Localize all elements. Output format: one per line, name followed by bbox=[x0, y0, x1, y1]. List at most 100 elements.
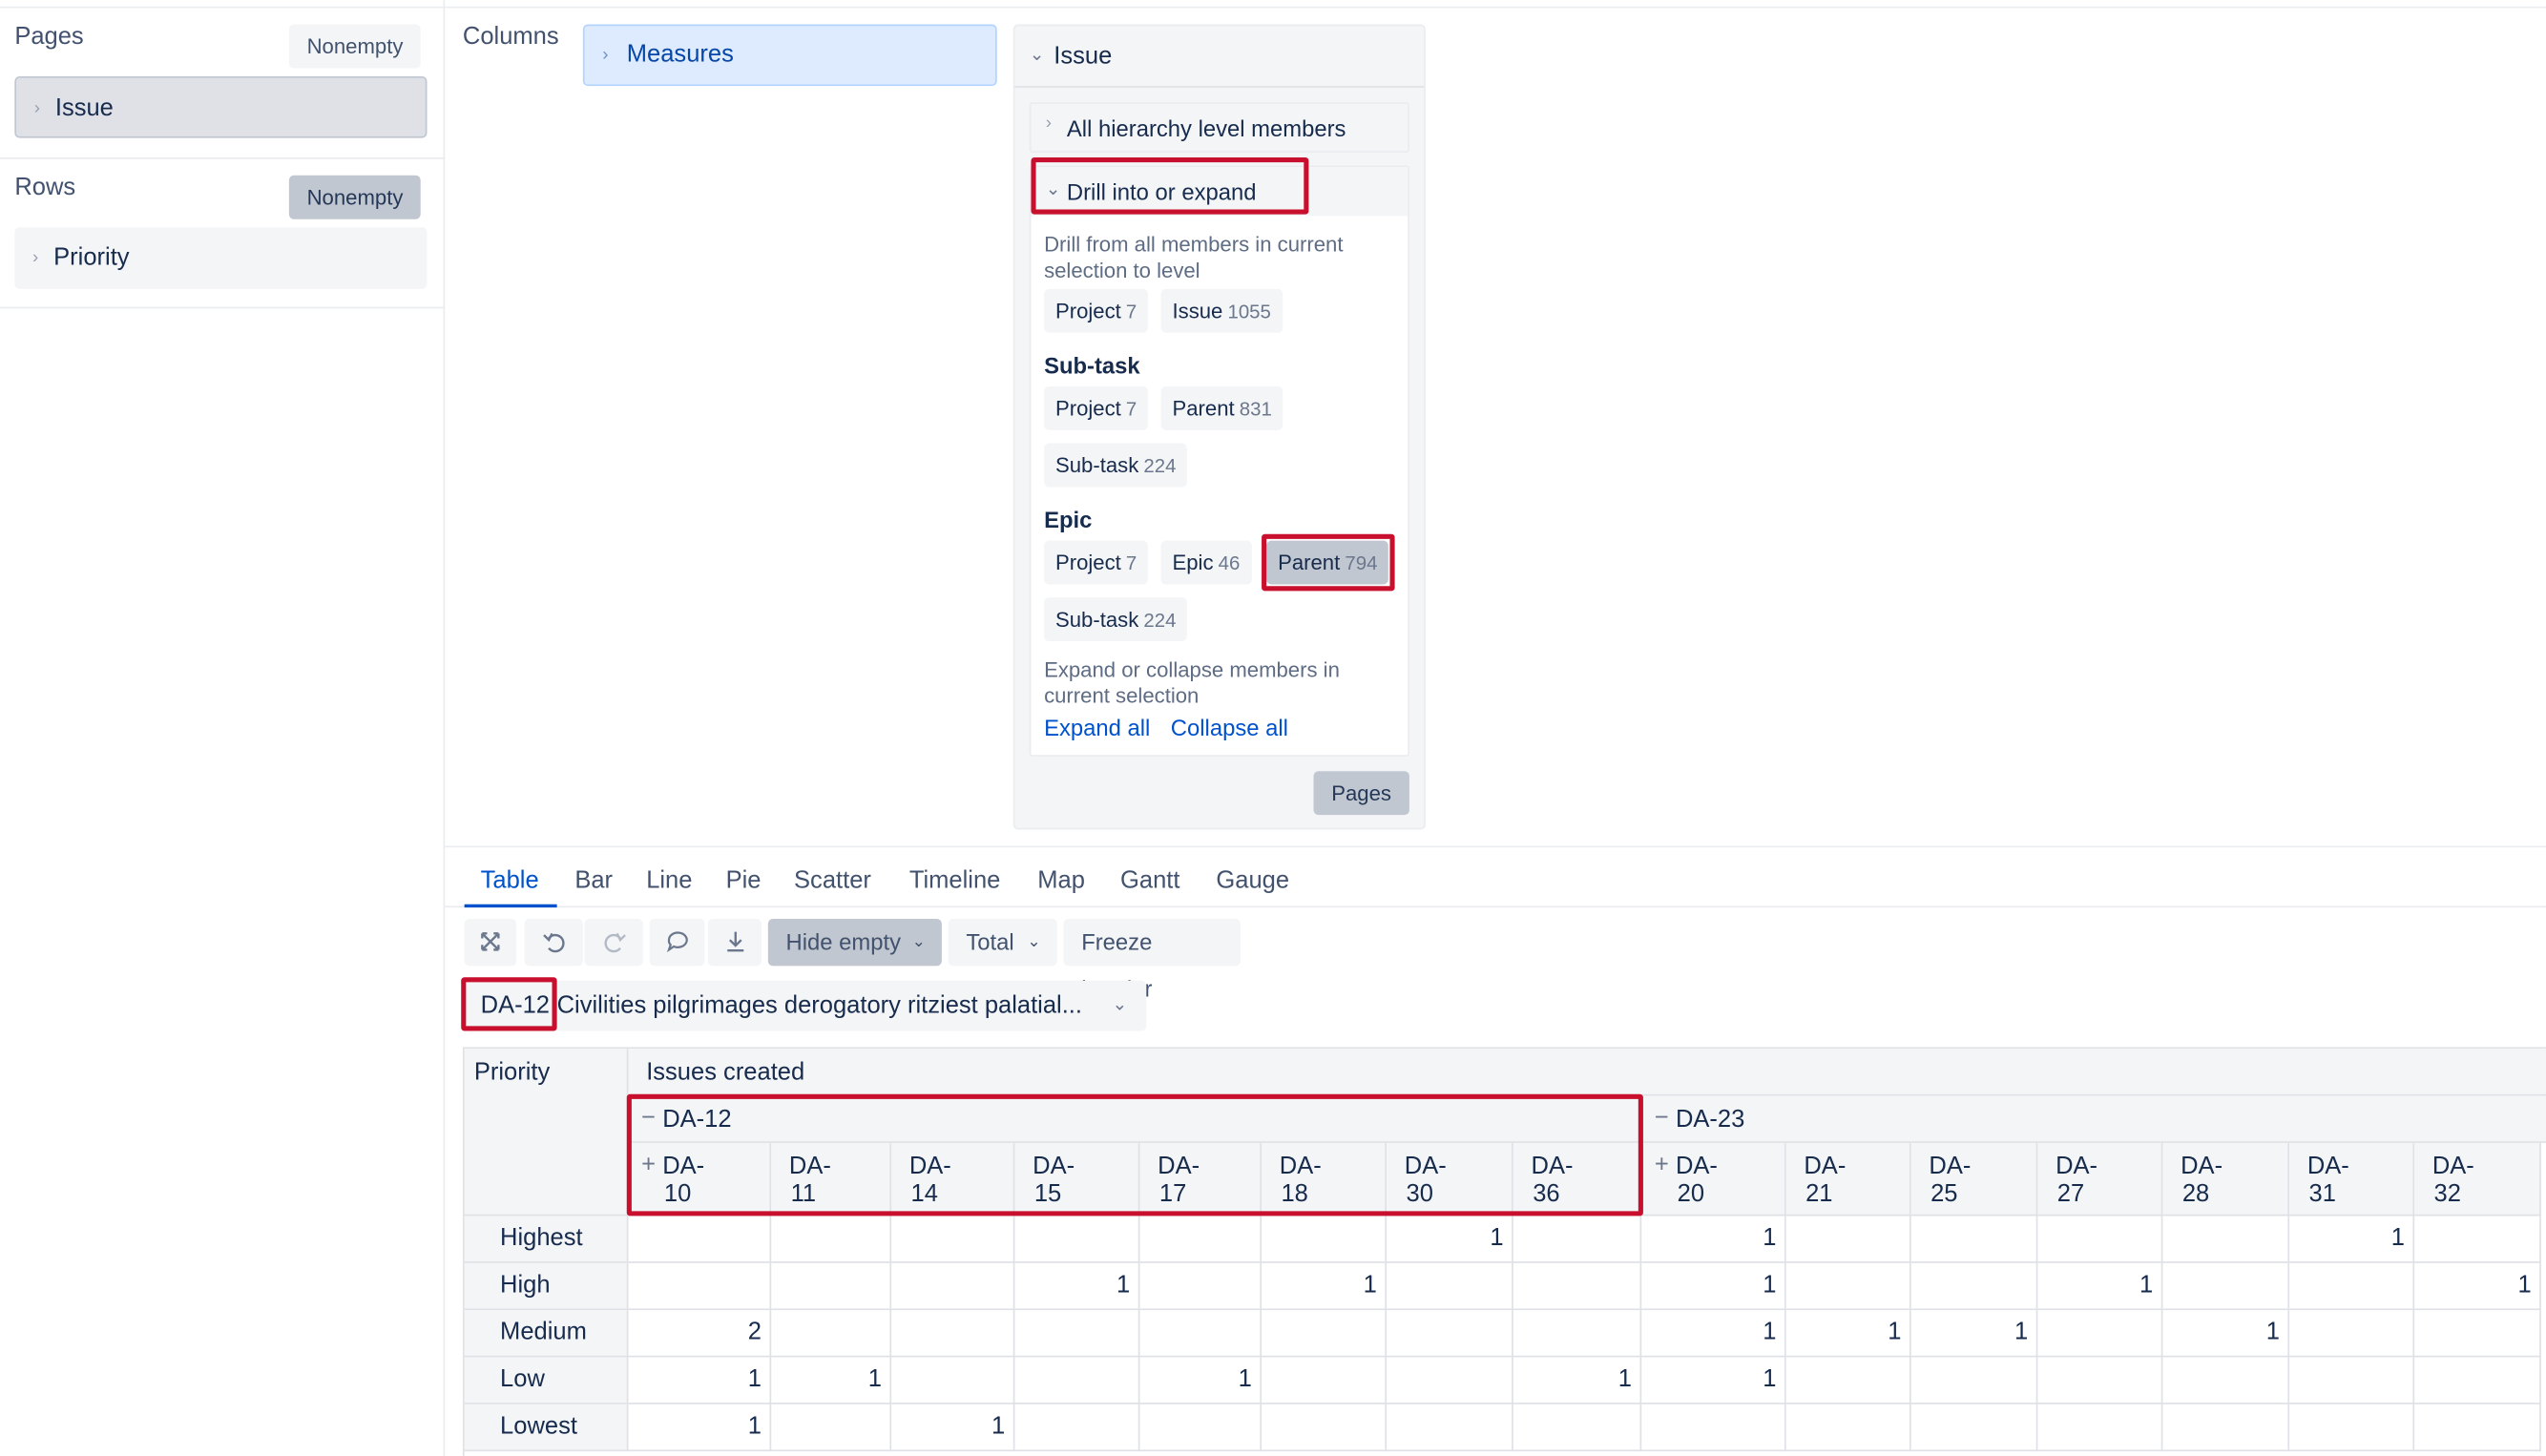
level-chip-parent[interactable]: Parent 831 bbox=[1160, 385, 1283, 430]
collapse-all-link[interactable]: Collapse all bbox=[1171, 715, 1288, 740]
table-cell[interactable] bbox=[1910, 1262, 2038, 1311]
tab-map[interactable]: Map bbox=[1037, 867, 1085, 895]
table-cell[interactable] bbox=[2037, 1216, 2163, 1263]
row-dimension-header[interactable]: Priority bbox=[464, 1049, 629, 1217]
rows-dimension-priority[interactable]: › Priority bbox=[14, 227, 428, 289]
group-header-da-23[interactable]: − DA-23 bbox=[1641, 1095, 2546, 1143]
table-cell[interactable] bbox=[1014, 1357, 1140, 1404]
column-header[interactable]: DA- 27 bbox=[2037, 1142, 2163, 1217]
table-cell[interactable] bbox=[2414, 1216, 2541, 1263]
table-cell[interactable] bbox=[771, 1216, 892, 1263]
pages-nonempty-button[interactable]: Nonempty bbox=[288, 24, 422, 69]
row-header[interactable]: Low bbox=[464, 1357, 629, 1404]
table-cell[interactable]: 1 bbox=[2414, 1262, 2541, 1311]
pages-dimension-issue[interactable]: › Issue bbox=[14, 75, 428, 138]
table-cell[interactable]: 1 bbox=[1785, 1310, 1911, 1358]
table-cell[interactable] bbox=[1785, 1216, 1911, 1263]
table-cell[interactable] bbox=[891, 1216, 1015, 1263]
table-cell[interactable] bbox=[1785, 1404, 1911, 1452]
table-cell[interactable]: 1 bbox=[1139, 1357, 1263, 1404]
tab-line[interactable]: Line bbox=[646, 867, 692, 895]
table-cell[interactable] bbox=[1262, 1216, 1388, 1263]
row-header[interactable]: Highest bbox=[464, 1216, 629, 1263]
table-cell[interactable] bbox=[2414, 1357, 2541, 1404]
hide-empty-dropdown[interactable]: Hide empty ⌄ bbox=[767, 919, 942, 967]
comment-button[interactable] bbox=[649, 919, 705, 967]
table-cell[interactable] bbox=[2162, 1357, 2290, 1404]
level-chip-parent[interactable]: Parent 794 bbox=[1266, 540, 1389, 585]
table-cell[interactable] bbox=[891, 1262, 1015, 1311]
level-chip-epic[interactable]: Epic 46 bbox=[1160, 540, 1252, 585]
table-cell[interactable] bbox=[628, 1262, 772, 1311]
column-header[interactable]: DA- 21 bbox=[1785, 1142, 1911, 1217]
row-header[interactable]: High bbox=[464, 1262, 629, 1311]
column-header[interactable]: DA- 31 bbox=[2289, 1142, 2415, 1217]
column-header[interactable]: DA- 14 bbox=[891, 1142, 1015, 1217]
expand-icon[interactable]: + bbox=[1655, 1151, 1669, 1178]
table-cell[interactable] bbox=[2289, 1357, 2415, 1404]
tab-table[interactable]: Table bbox=[481, 867, 539, 895]
table-cell[interactable] bbox=[1139, 1310, 1263, 1358]
table-cell[interactable] bbox=[1139, 1404, 1263, 1452]
table-cell[interactable] bbox=[1262, 1310, 1388, 1358]
table-cell[interactable] bbox=[1513, 1404, 1642, 1452]
column-header[interactable]: DA- 28 bbox=[2162, 1142, 2290, 1217]
table-cell[interactable] bbox=[1387, 1357, 1513, 1404]
level-chip-project[interactable]: Project 7 bbox=[1044, 540, 1149, 585]
table-cell[interactable] bbox=[2289, 1404, 2415, 1452]
column-header[interactable]: + DA- 10 bbox=[628, 1142, 772, 1217]
table-cell[interactable] bbox=[628, 1216, 772, 1263]
redo-button[interactable] bbox=[584, 919, 643, 967]
drill-header[interactable]: ⌄ Drill into or expand bbox=[1031, 167, 1409, 217]
collapse-icon[interactable]: − bbox=[1655, 1104, 1669, 1132]
table-cell[interactable]: 1 bbox=[2162, 1310, 2290, 1358]
table-cell[interactable] bbox=[1262, 1404, 1388, 1452]
table-cell[interactable] bbox=[2414, 1310, 2541, 1358]
table-cell[interactable] bbox=[2162, 1404, 2290, 1452]
level-chip-subtask[interactable]: Sub-task 224 bbox=[1044, 443, 1188, 488]
table-cell[interactable] bbox=[1262, 1357, 1388, 1404]
measure-header[interactable]: Issues created bbox=[628, 1049, 2546, 1096]
expand-icon[interactable]: + bbox=[641, 1151, 656, 1178]
table-cell[interactable] bbox=[1387, 1404, 1513, 1452]
freeze-header-button[interactable]: Freeze header bbox=[1063, 919, 1241, 1002]
tab-timeline[interactable]: Timeline bbox=[909, 867, 1001, 895]
table-cell[interactable] bbox=[2037, 1357, 2163, 1404]
level-chip-project[interactable]: Project 7 bbox=[1044, 288, 1149, 333]
table-cell[interactable] bbox=[1513, 1216, 1642, 1263]
table-cell[interactable] bbox=[1139, 1262, 1263, 1311]
table-cell[interactable] bbox=[1014, 1216, 1140, 1263]
table-cell[interactable]: 1 bbox=[1641, 1262, 1786, 1311]
table-cell[interactable] bbox=[2037, 1310, 2163, 1358]
row-header[interactable]: Lowest bbox=[464, 1404, 629, 1452]
table-cell[interactable] bbox=[2037, 1404, 2163, 1452]
tab-scatter[interactable]: Scatter bbox=[794, 867, 871, 895]
table-cell[interactable] bbox=[2162, 1216, 2290, 1263]
table-cell[interactable] bbox=[2162, 1262, 2290, 1311]
table-cell[interactable] bbox=[771, 1262, 892, 1311]
tab-bar[interactable]: Bar bbox=[574, 867, 613, 895]
table-cell[interactable] bbox=[1641, 1404, 1786, 1452]
chevron-down-icon[interactable]: ⌄ bbox=[1030, 44, 1045, 65]
page-member-selector[interactable]: DA-12 Civilities pilgrimages derogatory … bbox=[462, 980, 1147, 1031]
column-header[interactable]: DA- 18 bbox=[1262, 1142, 1388, 1217]
table-cell[interactable] bbox=[1910, 1404, 2038, 1452]
table-cell[interactable] bbox=[2289, 1262, 2415, 1311]
table-cell[interactable] bbox=[891, 1357, 1015, 1404]
tab-gauge[interactable]: Gauge bbox=[1216, 867, 1289, 895]
table-cell[interactable] bbox=[1014, 1310, 1140, 1358]
export-button[interactable] bbox=[707, 919, 762, 967]
table-cell[interactable] bbox=[1910, 1216, 2038, 1263]
expand-all-link[interactable]: Expand all bbox=[1044, 715, 1150, 740]
collapse-icon[interactable]: − bbox=[641, 1104, 656, 1132]
table-cell[interactable]: 1 bbox=[2037, 1262, 2163, 1311]
column-header[interactable]: DA- 36 bbox=[1513, 1142, 1642, 1217]
table-cell[interactable]: 1 bbox=[771, 1357, 892, 1404]
row-header[interactable]: Medium bbox=[464, 1310, 629, 1358]
column-header[interactable]: DA- 17 bbox=[1139, 1142, 1263, 1217]
table-cell[interactable]: 1 bbox=[1262, 1262, 1388, 1311]
tab-gantt[interactable]: Gantt bbox=[1120, 867, 1179, 895]
table-cell[interactable]: 1 bbox=[1641, 1357, 1786, 1404]
level-chip-issue[interactable]: Issue 1055 bbox=[1160, 288, 1283, 333]
table-cell[interactable] bbox=[1910, 1357, 2038, 1404]
